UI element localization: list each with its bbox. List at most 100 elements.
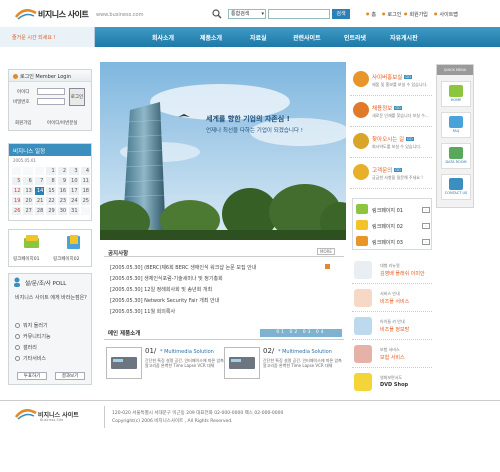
top-link-join[interactable]: 회원가입 (404, 11, 428, 18)
radio-button[interactable] (15, 323, 20, 328)
calendar-day[interactable]: 8 (45, 176, 57, 186)
vote-button[interactable]: 투표하기 (17, 372, 47, 380)
notice-item[interactable]: [2005.05.30] 생체인식포럼-기술세미나 및 정기총회 (110, 275, 340, 282)
search-category-select[interactable]: 통합검색 ▾ (228, 9, 266, 19)
right-menu-promo[interactable]: 사이버홍보실 GO 제품 및 홍보를 보실 수 있습니다. (350, 68, 432, 96)
calendar-day[interactable]: 3 (68, 166, 80, 176)
banner-insurance[interactable]: 보험 서비스 보험 서비스 (352, 342, 432, 368)
radio-button[interactable] (15, 356, 20, 361)
link-page-01[interactable]: 링크페이지01 (13, 256, 39, 262)
calendar-day[interactable]: 17 (68, 186, 80, 196)
calendar-day[interactable]: 6 (22, 176, 34, 186)
right-menu-recruit[interactable]: 채용정보 GO 새로운 인재를 찾습니다 보실 수... (350, 99, 432, 127)
join-link[interactable]: 회원가입 (15, 120, 32, 126)
calendar-day[interactable]: 25 (79, 196, 91, 206)
poll-option-2[interactable]: 커뮤니티기능 (15, 333, 51, 340)
top-link-home[interactable]: 홈 (366, 11, 377, 18)
product-pager[interactable]: 01 02 03 04 (260, 329, 342, 337)
link-page-row[interactable]: 링크페이지 01 › (356, 204, 430, 217)
notice-item[interactable]: [2005.05.30] Network Security Fair 개최 안내 (110, 297, 340, 304)
calendar-day[interactable]: 24 (68, 196, 80, 206)
banner-dvd[interactable]: 영화보면서도 DVD Shop (352, 370, 432, 396)
poll-option-1[interactable]: 뭐지 둘러기 (15, 322, 48, 329)
calendar-day[interactable]: 1 (45, 166, 57, 176)
calendar-day[interactable]: 30 (56, 206, 69, 216)
banner-title: DVD Shop (380, 382, 409, 388)
right-menu-directions[interactable]: 찾아오시는 길 GO 회사약도를 보실 수 있습니다. (350, 130, 432, 158)
result-button[interactable]: 결과보기 (55, 372, 85, 380)
right-menu-inquiry[interactable]: 고객문의 GO 궁금한 사항을 질문해 주세요 ! (350, 161, 432, 189)
banner-service[interactable]: 서비스 안내 비즈플 서비스 (352, 286, 432, 312)
calendar-day[interactable]: 20 (22, 196, 34, 206)
product-image[interactable] (224, 347, 260, 379)
calendar-day[interactable]: 31 (68, 206, 80, 216)
nav-item-library[interactable]: 자료실 (250, 33, 267, 42)
calendar-day[interactable]: 5 (11, 176, 23, 186)
calendar-day[interactable]: 26 (11, 206, 23, 216)
banner-info[interactable]: 아이들 카 안내 비즈플 정보방 (352, 314, 432, 340)
notice-item[interactable]: [2005.05.30] (BERC)제6회 BERC 생애인식 워크샵 논문 … (110, 264, 340, 271)
calendar-day[interactable]: 9 (56, 176, 69, 186)
link-page-label: 링크페이지 03 (372, 240, 403, 246)
radio-button[interactable] (15, 345, 20, 350)
right-menu-title: 채용정보 GO (372, 106, 402, 112)
link-page-row[interactable]: 링크페이지 03 › (356, 236, 430, 249)
link-page-row[interactable]: 링크페이지 02 › (356, 220, 430, 233)
quick-menu-data-room[interactable]: DATA ROOM (441, 143, 471, 169)
chevron-down-icon: ▾ (261, 11, 264, 17)
calendar-day[interactable]: 29 (45, 206, 57, 216)
password-field[interactable] (37, 98, 65, 105)
calendar-day[interactable]: 18 (79, 186, 91, 196)
id-field[interactable] (37, 88, 65, 95)
nav-item-intranet[interactable]: 인트라넷 (344, 33, 366, 42)
right-menu-desc: 회사약도를 보실 수 있습니다. (372, 144, 422, 149)
calendar-day[interactable]: 14 (33, 186, 46, 196)
quick-menu-contact[interactable]: CONTACT US (441, 174, 471, 200)
calendar-day[interactable]: 10 (68, 176, 80, 186)
quick-menu-home[interactable]: HOME (441, 81, 471, 107)
calendar-day[interactable]: 12 (11, 186, 23, 196)
login-button[interactable]: 로그인 (69, 88, 85, 106)
notice-more-button[interactable]: MORE (317, 248, 335, 255)
nav-item-related-sites[interactable]: 관련사이트 (293, 33, 321, 42)
quick-menu-faq[interactable]: FAQ (441, 112, 471, 138)
radio-button[interactable] (15, 334, 20, 339)
site-logo[interactable]: 비지니스 사이트 (38, 9, 89, 20)
notice-item[interactable]: [2005.05.30] 12일 정례회사회 및 송년회 개최 (110, 286, 340, 293)
top-link-sitemap[interactable]: 사이트맵 (434, 11, 458, 18)
banner-ushop[interactable]: 대형 리뉴얼 김영배 플래쉬 이미안 (352, 258, 432, 284)
poll-question: 비지니스 사이트 에게 바라는점은? (15, 295, 87, 301)
calendar-day[interactable]: 16 (56, 186, 69, 196)
product-image[interactable] (106, 347, 142, 379)
calendar-day[interactable]: 7 (33, 176, 46, 186)
top-link-login[interactable]: 로그인 (382, 11, 402, 18)
go-button[interactable]: › (422, 207, 430, 213)
link-page-02[interactable]: 링크페이지02 (53, 256, 79, 262)
poll-option-3[interactable]: 갤러리 (15, 344, 37, 351)
calendar-day[interactable]: 19 (11, 196, 23, 206)
calendar-day[interactable]: 21 (33, 196, 46, 206)
calendar-day[interactable]: 2 (56, 166, 69, 176)
calendar-day[interactable]: 23 (56, 196, 69, 206)
footer-address: 120-020 서울특별시 서대문구 미근동 209 대표전화 02-000-0… (112, 411, 284, 416)
calendar-day[interactable]: 13 (22, 186, 34, 196)
poll-option-4[interactable]: 기타서비스 (15, 355, 46, 362)
search-input[interactable] (268, 9, 330, 19)
nav-item-products[interactable]: 제품소개 (200, 33, 222, 42)
go-button[interactable]: › (422, 223, 430, 229)
go-button[interactable]: › (422, 239, 430, 245)
nav-item-board[interactable]: 자유게시판 (390, 33, 418, 42)
calendar-day[interactable]: 11 (79, 176, 91, 186)
logo-icon[interactable] (14, 8, 38, 20)
calendar-day[interactable]: 22 (45, 196, 57, 206)
product-name[interactable]: * Multimedia Solution (160, 349, 214, 355)
calendar-day[interactable]: 15 (45, 186, 57, 196)
calendar-day[interactable]: 28 (33, 206, 46, 216)
search-button[interactable]: 검색 (332, 9, 350, 19)
nav-item-company[interactable]: 회사소개 (152, 33, 174, 42)
product-name[interactable]: * Multimedia Solution (278, 349, 332, 355)
calendar-day[interactable]: 4 (79, 166, 91, 176)
calendar-day[interactable]: 27 (22, 206, 34, 216)
notice-item[interactable]: [2005.05.30] 11월 회의록사 (110, 308, 340, 315)
find-account-link[interactable]: 아이디/비번분실 (47, 120, 78, 126)
